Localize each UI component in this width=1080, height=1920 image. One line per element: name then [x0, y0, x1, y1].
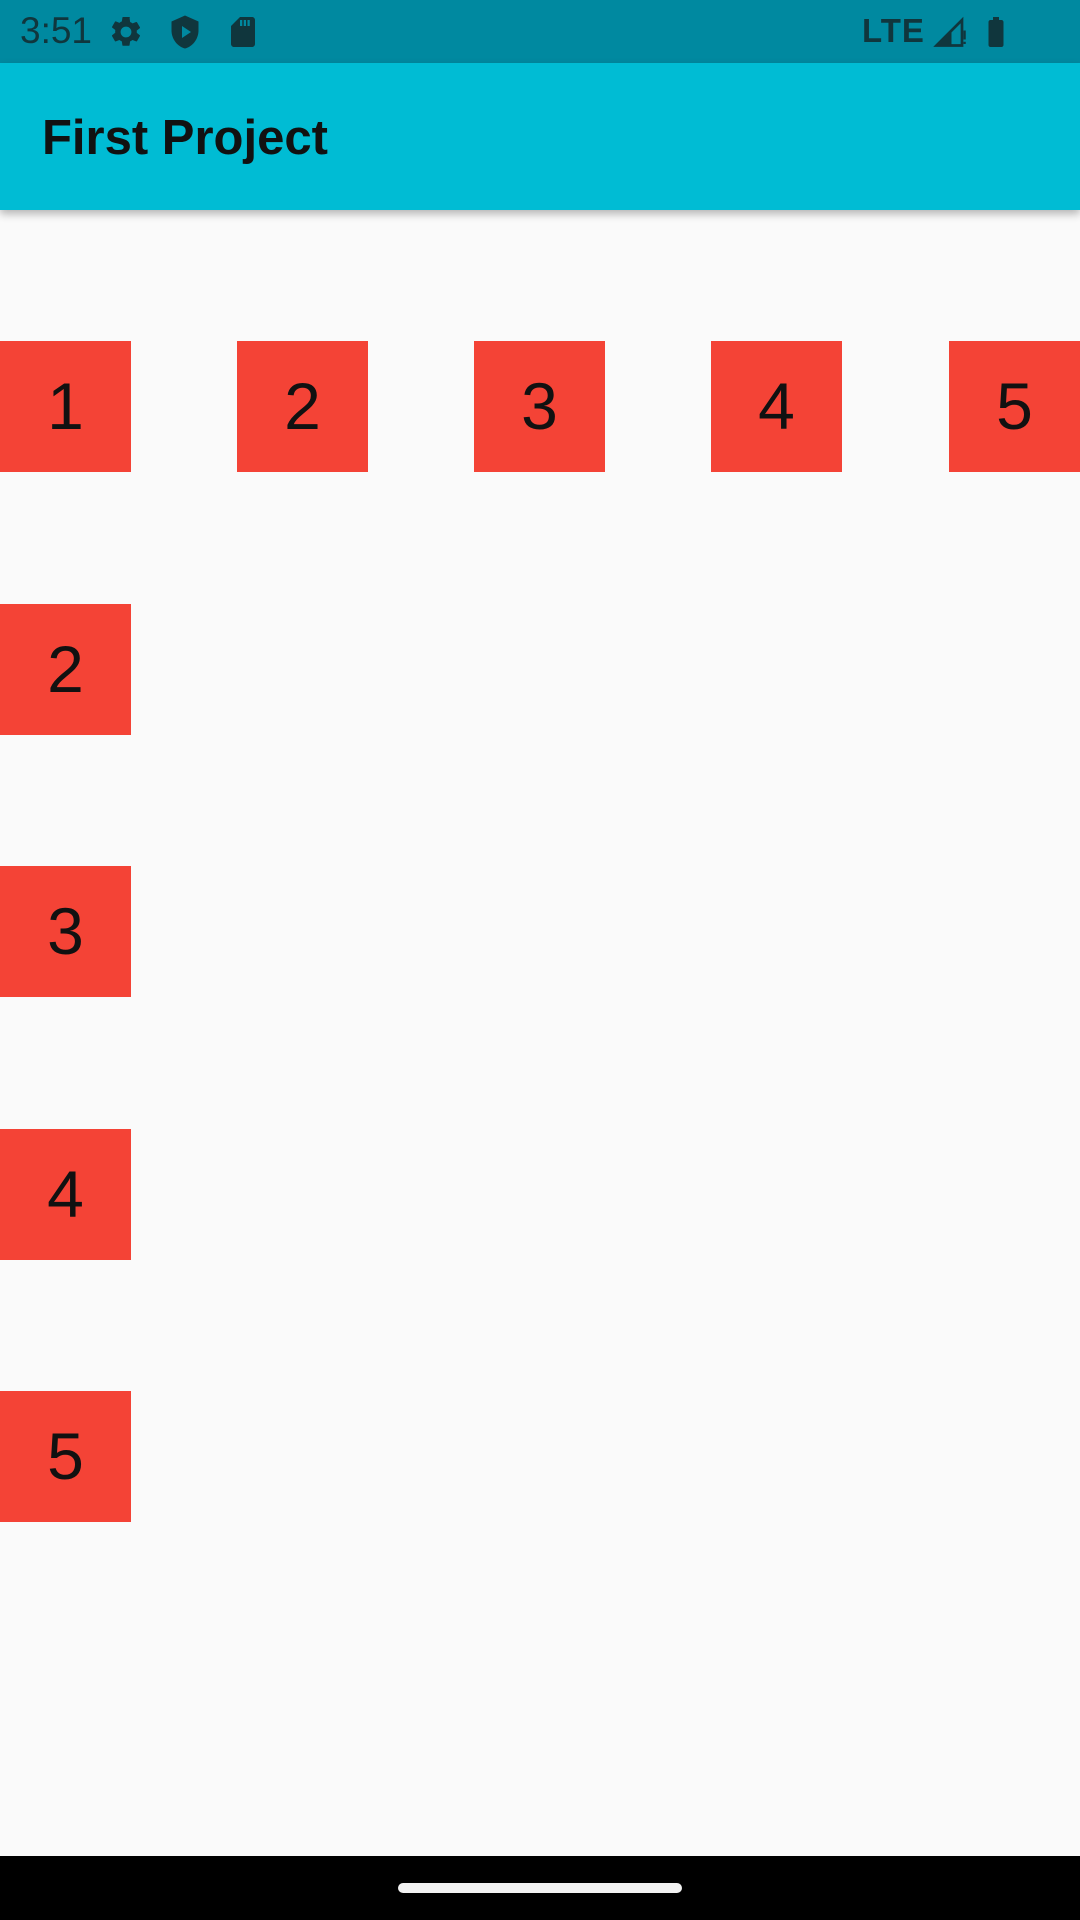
sd-card-icon: [231, 17, 255, 47]
grid-cell-row-2: 2: [237, 341, 368, 472]
grid-cell-row-1: 1: [0, 341, 131, 472]
shield-icon: [171, 15, 199, 49]
grid-cell-col-2: 2: [0, 604, 131, 735]
signal-icon: [933, 16, 966, 47]
status-bar: 3:51 LTE: [0, 0, 1080, 63]
page-title: First Project: [42, 111, 328, 165]
home-gesture-handle[interactable]: [398, 1883, 682, 1893]
grid-cell-col-4: 4: [0, 1129, 131, 1260]
battery-icon: [988, 17, 1004, 47]
navigation-bar: [0, 1856, 1080, 1920]
grid-cell-row-4: 4: [711, 341, 842, 472]
grid-cell-col-5: 5: [0, 1391, 131, 1522]
grid-cell-row-5: 5: [949, 341, 1080, 472]
grid-cell-row-3: 3: [474, 341, 605, 472]
grid-cell-col-3: 3: [0, 866, 131, 997]
network-type: LTE: [862, 12, 925, 49]
main-content: 1 2 3 4 5 2 3 4 5: [0, 210, 1080, 1856]
app-bar: First Project: [0, 63, 1080, 210]
status-time: 3:51: [20, 10, 93, 51]
settings-icon: [111, 16, 141, 46]
